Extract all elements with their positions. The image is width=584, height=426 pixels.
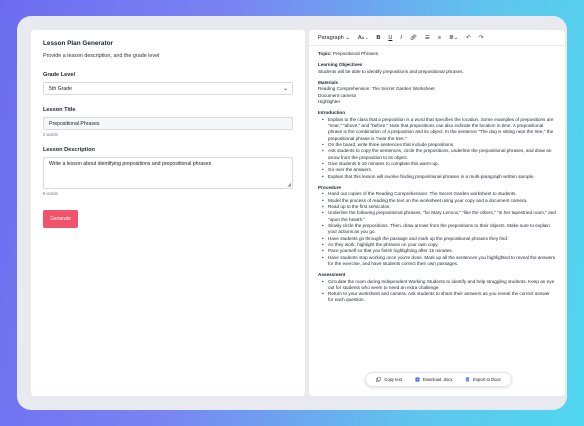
bulleted-list-icon[interactable]: ☰ [421,35,434,41]
introduction-list: Explain to the class that a preposition … [318,117,556,181]
list-item: Have students stop working once you're d… [322,255,556,268]
chevron-down-icon: ⌄ [282,86,288,92]
lesson-description-value: Write a lesson about identifying preposi… [49,161,212,167]
word-doc-icon: W [415,377,420,382]
undo-icon[interactable]: ↶ [462,35,475,41]
svg-text:W: W [416,378,419,382]
lesson-description-textarea[interactable]: Write a lesson about identifying preposi… [43,157,293,189]
document-body[interactable]: Topic: Prepositional Phrases Learning Ob… [309,46,565,309]
download-docx-label: Download .docx [422,377,453,382]
page-title: Lesson Plan Generator [43,40,113,47]
list-item: Explain to the class that a preposition … [322,117,556,142]
google-docs-icon [466,377,470,382]
action-bar: Copy text W Download .docx Export to Doc… [365,372,512,387]
download-docx-button[interactable]: W Download .docx [415,377,453,382]
underline-button[interactable]: U [384,35,396,41]
page-subtitle: Provide a lesson description, and the gr… [43,53,160,59]
numbered-list-icon[interactable]: ≡ [434,35,445,41]
list-item: Ask students to copy the sentences, circ… [322,148,556,161]
list-item: Underline the following prepositional ph… [322,210,556,223]
list-item: Explain that this lesson will involve fi… [322,174,556,181]
list-item: Return to your worksheet and camera. Ask… [322,291,556,304]
paragraph-style-label: Paragraph [318,34,344,41]
input-panel: Lesson Plan Generator Provide a lesson d… [31,30,305,396]
lesson-description-label: Lesson Description [43,147,95,153]
list-item: Slowly circle the prepositions. Then, dr… [322,223,556,236]
align-icon[interactable]: ≣⌄ [445,35,462,41]
list-item: Circulate the room during Independent Wo… [322,279,556,292]
lesson-title-input[interactable]: Prepositional Phrases [43,117,293,130]
grade-level-select[interactable]: 5th Grade ⌄ [43,82,293,95]
lesson-title-label: Lesson Title [43,107,76,113]
copy-icon [376,377,381,382]
resize-handle-icon[interactable]: ◢ [287,182,291,188]
copy-text-label: Copy text [384,377,403,382]
topic-value: Prepositional Phrases [332,51,379,56]
output-panel: Paragraph ⌄ AA ⌄ B U I 🔗︎ ☰ ≡ ≣⌄ ↶ ↷ Top… [309,30,565,396]
link-icon[interactable]: 🔗︎ [406,35,421,41]
font-size-icon: A ⌄ [361,34,369,40]
redo-icon[interactable]: ↷ [475,35,488,41]
font-size-dropdown[interactable]: AA ⌄ [354,35,373,41]
editor-toolbar: Paragraph ⌄ AA ⌄ B U I 🔗︎ ☰ ≡ ≣⌄ ↶ ↷ [309,30,565,46]
copy-text-button[interactable]: Copy text [376,377,402,382]
generate-button[interactable]: Generate [43,210,78,228]
procedure-list: Hand out copies of the Reading Comprehen… [318,191,556,267]
app-frame: Lesson Plan Generator Provide a lesson d… [17,16,567,410]
export-docs-label: Export to Docs [473,377,501,382]
lesson-title-word-count: 2 words [43,132,58,137]
bold-button[interactable]: B [372,35,384,41]
grade-level-label: Grade Level [43,72,76,78]
italic-button[interactable]: I [396,35,406,41]
assessment-list: Circulate the room during Independent Wo… [318,279,556,304]
export-docs-button[interactable]: Export to Docs [465,377,501,382]
lesson-description-word-count: 9 words [43,191,58,196]
chevron-down-icon: ⌄ [345,34,350,41]
paragraph-style-dropdown[interactable]: Paragraph ⌄ [314,35,354,41]
topic-label: Topic: [318,51,332,56]
grade-level-value: 5th Grade [49,86,73,92]
